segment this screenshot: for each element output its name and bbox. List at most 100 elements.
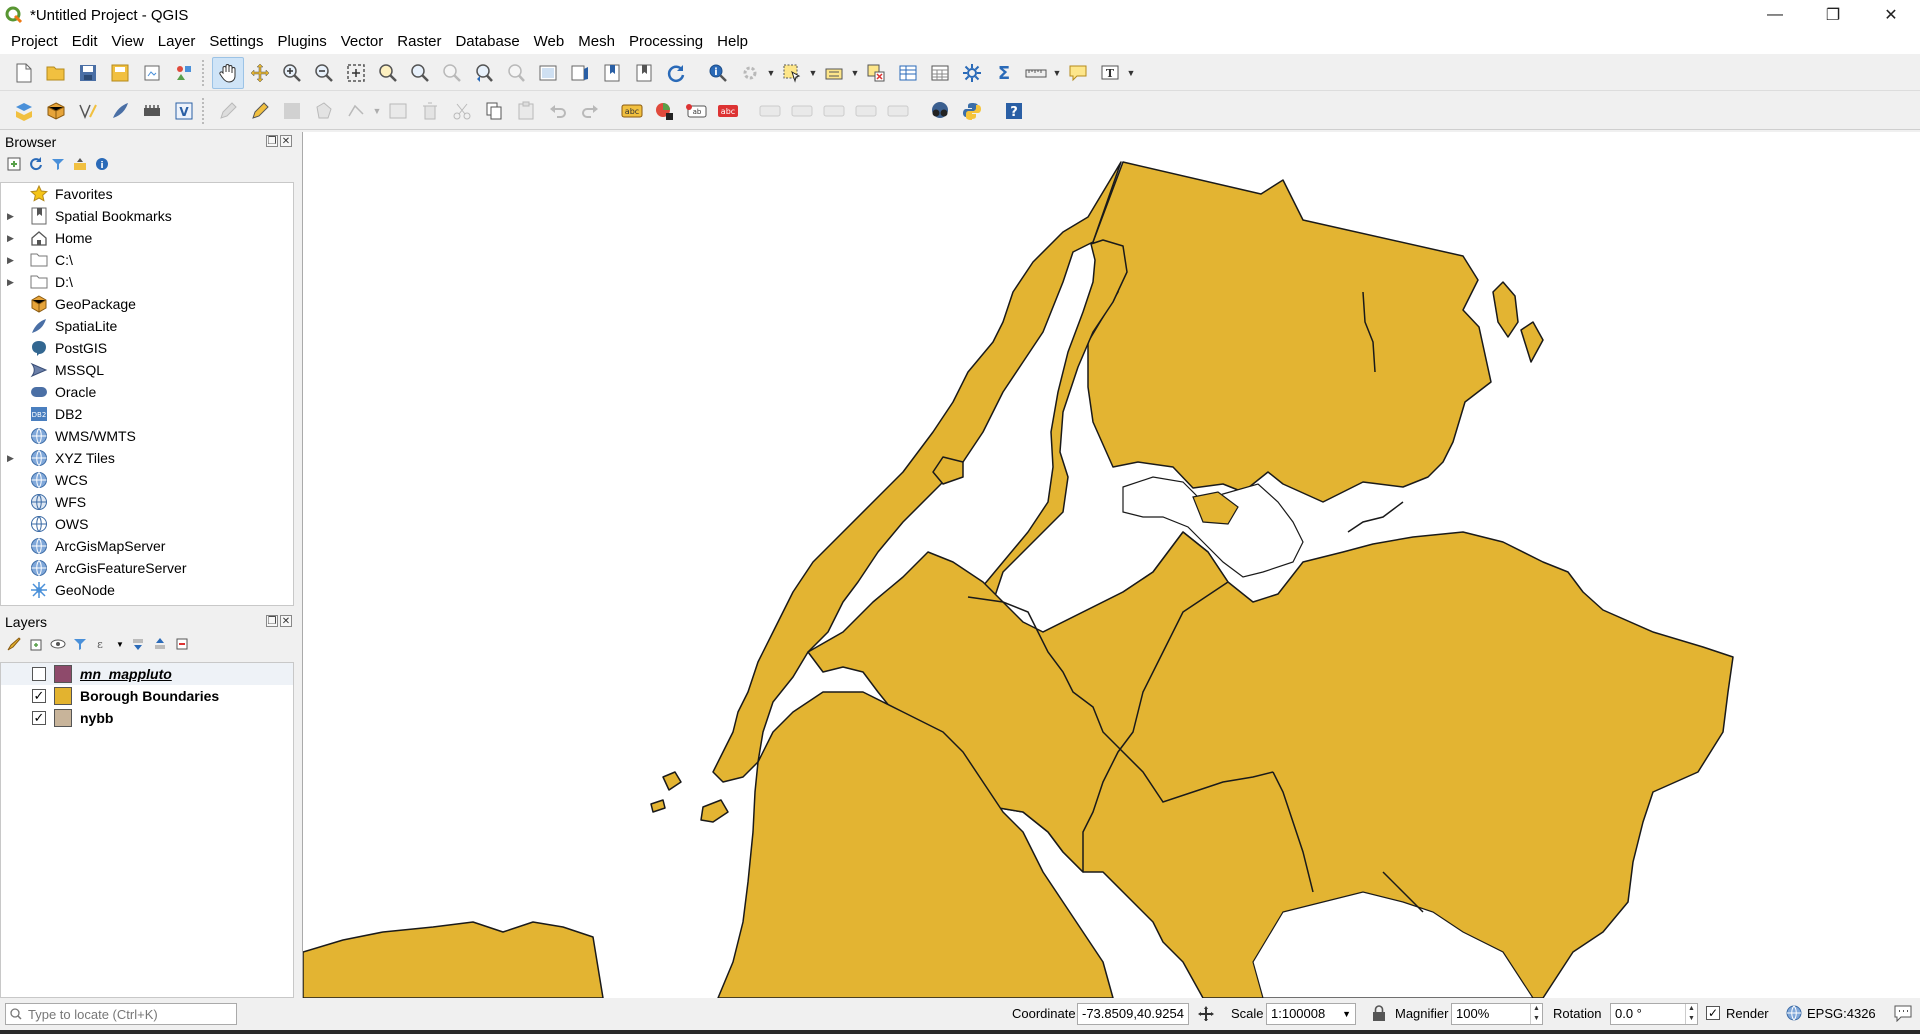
change-label-button[interactable] <box>818 95 850 127</box>
deselect-button[interactable] <box>860 57 892 89</box>
browser-item-arcgis-feature-server[interactable]: ArcGisFeatureServer <box>1 557 293 579</box>
label-properties-button[interactable] <box>850 95 882 127</box>
browser-item-arcgis-map-server[interactable]: ArcGisMapServer <box>1 535 293 557</box>
layer-visibility-checkbox[interactable]: ✓ <box>32 711 46 725</box>
new-shapefile-layer-button[interactable] <box>72 95 104 127</box>
browser-item-geopackage[interactable]: GeoPackage <box>1 293 293 315</box>
browser-item-c-drive[interactable]: ▶ C:\ <box>1 249 293 271</box>
label-tool-button[interactable]: abc <box>616 95 648 127</box>
chevron-down-icon[interactable]: ▼ <box>1126 68 1136 78</box>
vertex-tool-button[interactable] <box>340 95 372 127</box>
expand-arrow-icon[interactable]: ▶ <box>7 211 21 222</box>
zoom-to-selection-button[interactable] <box>372 57 404 89</box>
move-label-button[interactable] <box>754 95 786 127</box>
chevron-down-icon[interactable]: ▼ <box>850 68 860 78</box>
show-hide-labels-button[interactable]: abc <box>712 95 744 127</box>
layer-item-borough-boundaries[interactable]: ✓ Borough Boundaries <box>1 685 293 707</box>
identify-button[interactable]: i <box>702 57 734 89</box>
filter-legend-icon[interactable] <box>72 636 88 652</box>
zoom-full-button[interactable] <box>340 57 372 89</box>
new-virtual-layer-button[interactable]: V <box>168 95 200 127</box>
toolbox-button[interactable] <box>956 57 988 89</box>
toggle-editing-button[interactable] <box>244 95 276 127</box>
save-project-button[interactable] <box>72 57 104 89</box>
menu-edit[interactable]: Edit <box>65 30 105 54</box>
menu-web[interactable]: Web <box>527 30 572 54</box>
measure-button[interactable] <box>1020 57 1052 89</box>
redo-button[interactable] <box>574 95 606 127</box>
layer-visibility-checkbox[interactable]: ✓ <box>32 689 46 703</box>
label-pin-all-button[interactable] <box>882 95 914 127</box>
undo-button[interactable] <box>542 95 574 127</box>
browser-item-ows[interactable]: OWS <box>1 513 293 535</box>
chevron-down-icon[interactable]: ▼ <box>766 68 776 78</box>
print-layout-button[interactable] <box>136 57 168 89</box>
zoom-native-button[interactable] <box>436 57 468 89</box>
lock-icon[interactable] <box>1372 1005 1386 1024</box>
zoom-next-button[interactable] <box>500 57 532 89</box>
add-polygon-button[interactable] <box>308 95 340 127</box>
paste-features-button[interactable] <box>510 95 542 127</box>
menu-view[interactable]: View <box>105 30 151 54</box>
chevron-down-icon[interactable]: ▼ <box>808 68 818 78</box>
browser-item-xyz-tiles[interactable]: ▶ XYZ Tiles <box>1 447 293 469</box>
cut-features-button[interactable] <box>446 95 478 127</box>
modify-attributes-button[interactable] <box>382 95 414 127</box>
magnifier-spinbox[interactable]: 100% ▲ ▼ <box>1451 1003 1543 1025</box>
new-project-button[interactable] <box>8 57 40 89</box>
collapse-all-icon[interactable] <box>72 156 88 172</box>
layer-item-nybb[interactable]: ✓ nybb <box>1 707 293 729</box>
browser-item-postgis[interactable]: PostGIS <box>1 337 293 359</box>
add-selected-layers-button[interactable] <box>6 156 22 172</box>
spin-arrows-icon[interactable]: ▲ ▼ <box>1685 1004 1697 1024</box>
open-attribute-table-button[interactable] <box>892 57 924 89</box>
layer-symbol-swatch[interactable] <box>54 709 72 727</box>
show-bookmarks-button[interactable] <box>628 57 660 89</box>
select-by-value-button[interactable] <box>818 57 850 89</box>
manage-map-themes-icon[interactable] <box>50 636 66 652</box>
close-button[interactable]: ✕ <box>1862 0 1920 30</box>
menu-plugins[interactable]: Plugins <box>271 30 334 54</box>
copy-features-button[interactable] <box>478 95 510 127</box>
menu-mesh[interactable]: Mesh <box>571 30 622 54</box>
zoom-in-button[interactable] <box>276 57 308 89</box>
delete-selected-button[interactable] <box>414 95 446 127</box>
browser-item-wms[interactable]: WMS/WMTS <box>1 425 293 447</box>
layer-item-mn-mappluto[interactable]: mn_mappluto <box>1 663 293 685</box>
new-map-view-button[interactable] <box>532 57 564 89</box>
filter-by-expression-icon[interactable]: ε <box>94 636 110 652</box>
metasearch-button[interactable] <box>924 95 956 127</box>
pan-to-selection-button[interactable] <box>244 57 276 89</box>
chevron-down-icon[interactable]: ▼ <box>1052 68 1062 78</box>
browser-item-db2[interactable]: DB2 DB2 <box>1 403 293 425</box>
menu-help[interactable]: Help <box>710 30 755 54</box>
browser-item-mssql[interactable]: MSSQL <box>1 359 293 381</box>
menu-vector[interactable]: Vector <box>334 30 391 54</box>
info-icon[interactable]: i <box>94 156 110 172</box>
map-canvas[interactable] <box>302 132 1920 998</box>
data-source-manager-button[interactable] <box>8 95 40 127</box>
browser-item-home[interactable]: ▶ Home <box>1 227 293 249</box>
diagram-button[interactable] <box>648 95 680 127</box>
undock-button[interactable]: ❐ <box>266 615 278 627</box>
layer-symbol-swatch[interactable] <box>54 665 72 683</box>
collapse-all-icon[interactable] <box>152 636 168 652</box>
select-features-button[interactable] <box>776 57 808 89</box>
expand-all-icon[interactable] <box>130 636 146 652</box>
rotate-label-button[interactable] <box>786 95 818 127</box>
map-tips-button[interactable] <box>1062 57 1094 89</box>
rotation-spinbox[interactable]: 0.0 ° ▲ ▼ <box>1610 1003 1698 1025</box>
zoom-to-layer-button[interactable] <box>404 57 436 89</box>
minimize-button[interactable]: — <box>1746 0 1804 30</box>
expand-arrow-icon[interactable]: ▶ <box>7 453 21 464</box>
close-panel-button[interactable]: ✕ <box>280 615 292 627</box>
save-edits-button[interactable] <box>276 95 308 127</box>
crs-button[interactable]: EPSG:4326 <box>1807 1006 1876 1021</box>
menu-settings[interactable]: Settings <box>202 30 270 54</box>
help-button[interactable]: ? <box>998 95 1030 127</box>
new-temporary-layer-button[interactable] <box>136 95 168 127</box>
browser-item-spatialite[interactable]: SpatiaLite <box>1 315 293 337</box>
statistical-summary-button[interactable]: Σ <box>988 57 1020 89</box>
refresh-icon[interactable] <box>28 156 44 172</box>
pin-labels-button[interactable]: ab <box>680 95 712 127</box>
